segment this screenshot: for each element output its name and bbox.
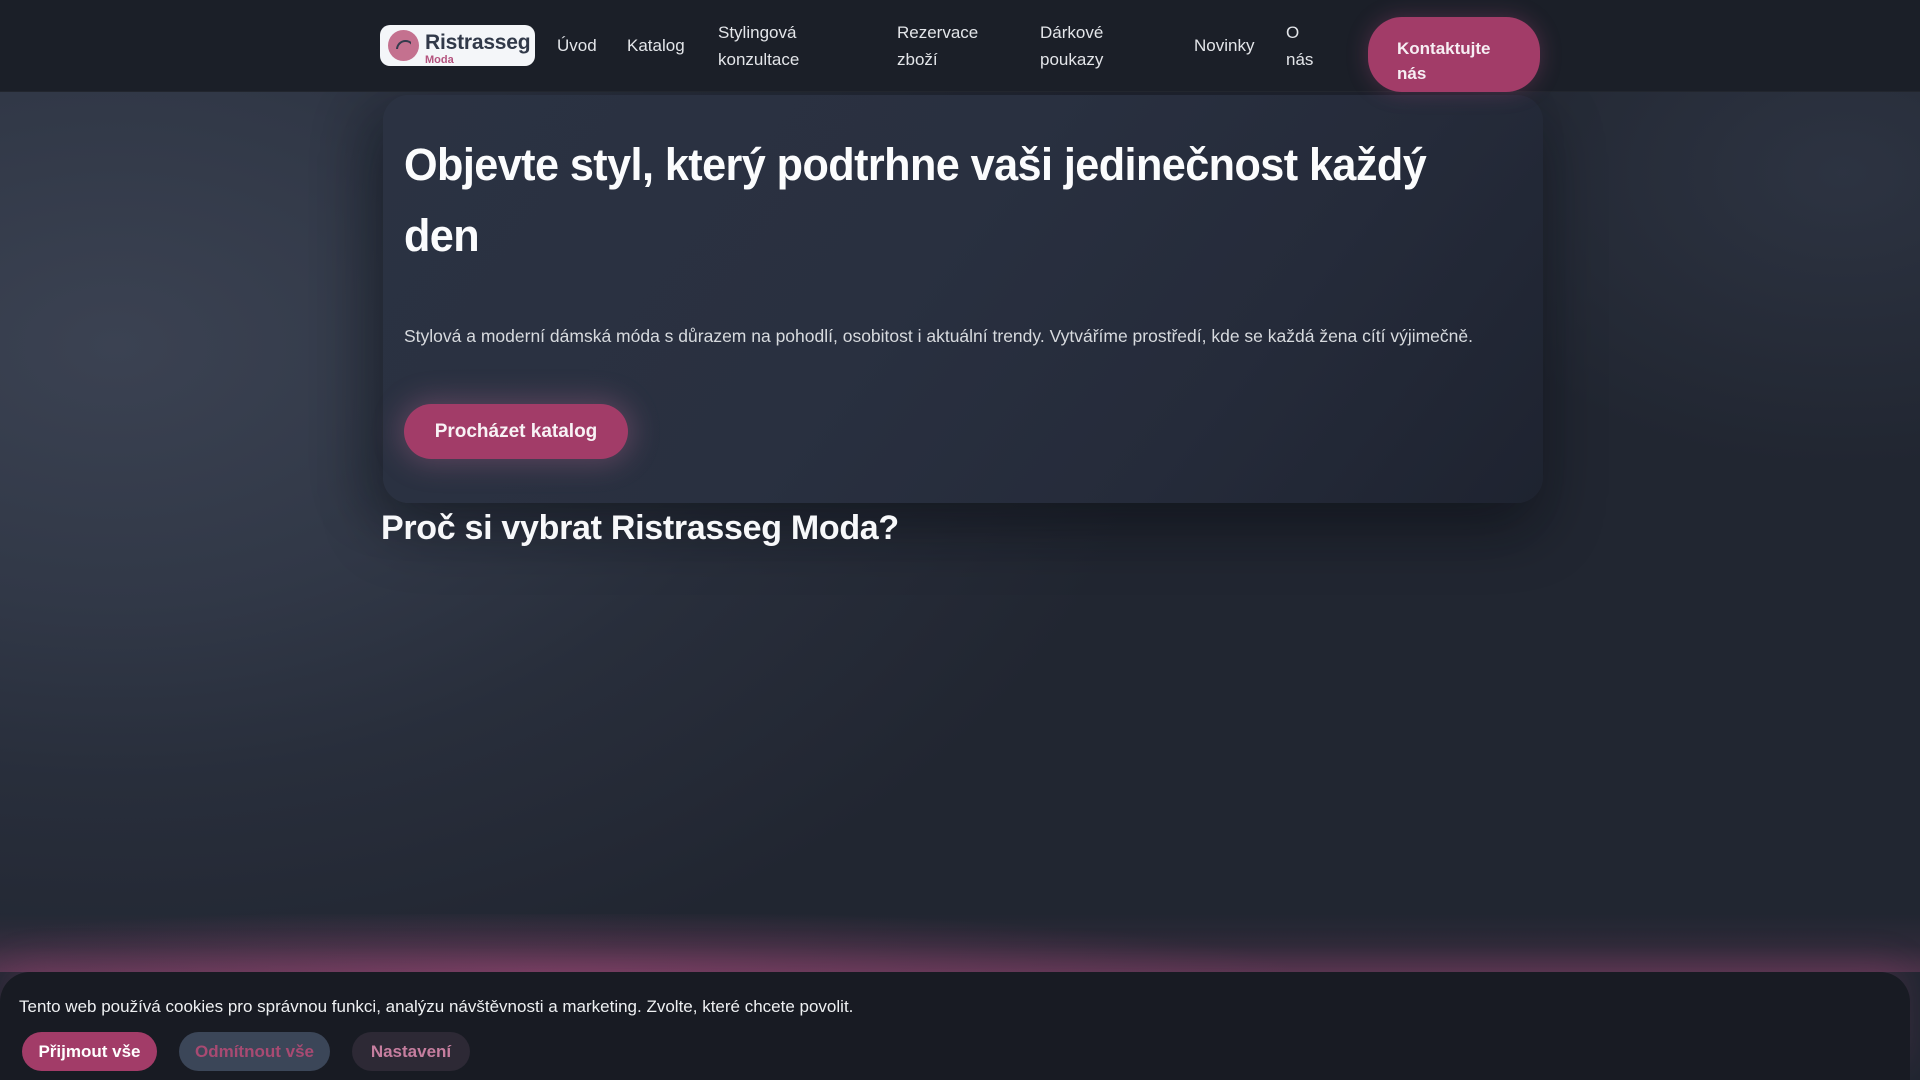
cookie-settings-button[interactable]: Nastavení — [352, 1032, 470, 1071]
nav-link-katalog[interactable]: Katalog — [627, 32, 685, 59]
hero-title-line-1: Objevte styl, který podtrhne vaši jedine… — [404, 139, 1427, 190]
contact-us-button[interactable]: Kontaktujte nás — [1368, 17, 1540, 92]
brand-logo[interactable]: Ristrasseg Moda — [380, 25, 535, 66]
page: Objevte styl, který podtrhne vaši jedine… — [0, 0, 1920, 1080]
hero-subtitle: Stylová a moderní dámská móda s důrazem … — [404, 326, 1473, 346]
top-navbar: Ristrasseg Moda Úvod Katalog Stylingová … — [0, 0, 1920, 92]
cookie-banner-glow — [0, 914, 1920, 972]
nav-link-stylingova-konzultace[interactable]: Stylingová konzultace — [718, 19, 814, 73]
why-choose-heading: Proč si vybrat Ristrasseg Moda? — [381, 509, 899, 547]
hero-title-line-2: den — [404, 210, 480, 261]
nav-link-rezervace-zbozi[interactable]: Rezervace zboží — [897, 19, 989, 73]
brand-tagline: Moda — [425, 54, 454, 66]
nav-link-darkove-poukazy[interactable]: Dárkové poukazy — [1040, 19, 1120, 73]
hero-title: Objevte styl, který podtrhne vaši jedine… — [404, 129, 1489, 271]
cookie-banner: Tento web používá cookies pro správnou f… — [0, 972, 1910, 1080]
nav-link-uvod[interactable]: Úvod — [557, 32, 597, 59]
browse-catalog-button[interactable]: Procházet katalog — [404, 404, 628, 459]
nav-link-novinky[interactable]: Novinky — [1194, 32, 1254, 59]
accept-all-button[interactable]: Přijmout vše — [22, 1032, 157, 1071]
brand-name: Ristrasseg — [425, 31, 531, 54]
nav-link-o-nas[interactable]: O nás — [1286, 19, 1328, 73]
cookie-message: Tento web používá cookies pro správnou f… — [19, 997, 854, 1016]
reject-all-button[interactable]: Odmítnout vše — [179, 1032, 330, 1071]
brand-circle-icon — [388, 30, 419, 61]
hero-card: Objevte styl, který podtrhne vaši jedine… — [383, 95, 1543, 503]
arc-icon — [396, 40, 411, 49]
